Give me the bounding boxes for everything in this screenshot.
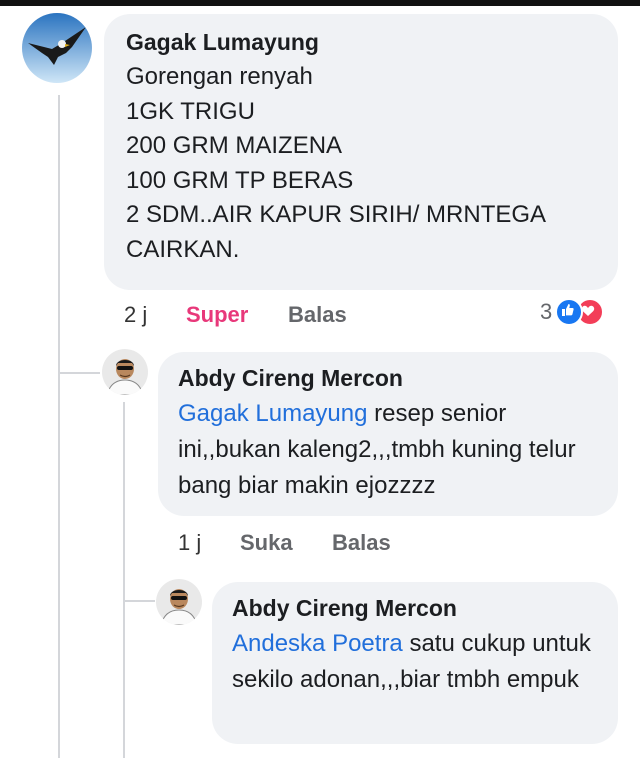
reply-button[interactable]: Balas [288,302,347,328]
comment-time: 1 j [178,530,202,555]
comment-actions: 1 j Suka Balas [178,530,478,560]
reaction-summary[interactable]: 3 [540,298,605,326]
thread-connector-branch [123,600,155,602]
like-icon [555,298,584,326]
like-button[interactable]: Suka [240,530,293,556]
thread-connector-branch [58,372,100,374]
comment-text: Gagak Lumayung resep senior ini,,bukan k… [178,396,578,504]
comment-author[interactable]: Gagak Lumayung [126,29,319,56]
comment-author[interactable]: Abdy Cireng Mercon [178,365,403,392]
avatar[interactable] [156,579,202,625]
top-edge-bar [0,0,640,6]
eagle-avatar-icon [22,13,92,83]
comment-text: Andeska Poetra satu cukup untuk sekilo a… [232,626,592,698]
avatar[interactable] [22,13,92,83]
mention-link[interactable]: Gagak Lumayung [178,400,367,427]
comment-time: 2 j [124,302,148,327]
thread-connector [58,95,60,758]
thread-connector [123,402,125,758]
comment-bubble: Gagak Lumayung Gorengan renyah 1GK TRIGU… [104,14,618,290]
mention-link[interactable]: Andeska Poetra [232,630,403,657]
comment-author[interactable]: Abdy Cireng Mercon [232,595,457,622]
comment-bubble: Abdy Cireng Mercon Andeska Poetra satu c… [212,582,618,744]
comment-bubble: Abdy Cireng Mercon Gagak Lumayung resep … [158,352,618,516]
avatar[interactable] [102,349,148,395]
comment-text: Gorengan renyah 1GK TRIGU 200 GRM MAIZEN… [126,63,547,263]
reply-button[interactable]: Balas [332,530,391,556]
reaction-button[interactable]: Super [186,302,248,328]
person-avatar-icon [102,349,148,395]
reaction-count: 3 [540,299,553,324]
person-avatar-icon [156,579,202,625]
